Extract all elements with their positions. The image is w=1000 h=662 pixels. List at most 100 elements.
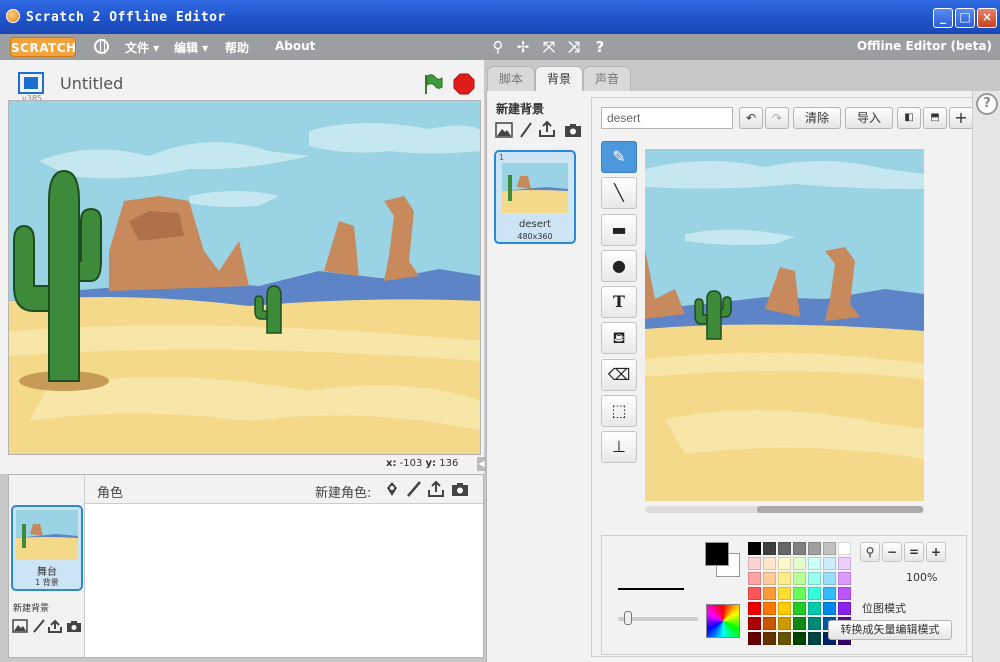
flip-horizontal-icon[interactable]: ◧ (897, 107, 921, 129)
editor-backdrop-paint-icon[interactable] (518, 122, 534, 138)
sprite-library-icon[interactable] (383, 480, 401, 498)
color-swatch[interactable] (808, 602, 821, 615)
color-swatch[interactable] (778, 557, 791, 570)
scratch-logo[interactable]: SCRATCH (10, 37, 76, 57)
brush-icon[interactable]: ✎ (601, 141, 637, 173)
duplicate-icon[interactable]: ⚲ (489, 38, 507, 56)
color-swatch[interactable] (823, 587, 836, 600)
menu-file[interactable]: 文件 ▾ (125, 39, 159, 56)
redo-button[interactable]: ↷ (765, 107, 789, 129)
color-swatch[interactable] (763, 557, 776, 570)
language-globe-icon[interactable] (94, 39, 109, 54)
zoom-in-icon[interactable]: + (926, 542, 946, 562)
color-swatch[interactable] (763, 542, 776, 555)
color-swatch[interactable] (778, 542, 791, 555)
fill-icon[interactable]: ⛾ (601, 322, 637, 354)
fullscreen-icon[interactable] (18, 72, 44, 94)
color-swatch[interactable] (823, 572, 836, 585)
color-swatch[interactable] (808, 632, 821, 645)
color-swatch[interactable] (748, 632, 761, 645)
stage-canvas[interactable] (8, 100, 481, 455)
color-swatch[interactable] (838, 587, 851, 600)
sprite-upload-icon[interactable] (427, 480, 445, 498)
color-swatch[interactable] (778, 632, 791, 645)
line-icon[interactable]: ╲ (601, 177, 637, 209)
color-swatch[interactable] (808, 542, 821, 555)
stage-thumbnail[interactable]: 舞台 1 背景 (11, 505, 83, 591)
collapse-stage-arrow[interactable]: ◀ (477, 457, 486, 471)
color-swatch[interactable] (748, 617, 761, 630)
editor-backdrop-camera-icon[interactable] (564, 122, 582, 138)
color-swatch[interactable] (838, 557, 851, 570)
color-swatch[interactable] (763, 617, 776, 630)
project-title[interactable]: Untitled (60, 74, 123, 93)
color-swatch[interactable] (823, 542, 836, 555)
menu-edit[interactable]: 编辑 ▾ (174, 39, 208, 56)
color-swatch[interactable] (808, 572, 821, 585)
color-swatch[interactable] (748, 572, 761, 585)
canvas-horizontal-scrollbar[interactable] (645, 506, 924, 513)
color-swatch[interactable] (808, 557, 821, 570)
editor-backdrop-upload-icon[interactable] (538, 120, 556, 138)
green-flag-icon[interactable] (422, 73, 444, 95)
flip-vertical-icon[interactable]: ⬒ (923, 107, 947, 129)
color-swatch[interactable] (763, 572, 776, 585)
backdrop-upload-icon[interactable] (47, 619, 63, 633)
minimize-button[interactable]: _ (933, 8, 953, 28)
backdrop-camera-icon[interactable] (66, 619, 82, 633)
color-spectrum-picker[interactable] (706, 604, 740, 638)
color-swatch[interactable] (793, 602, 806, 615)
maximize-button[interactable]: □ (955, 8, 975, 28)
paint-canvas[interactable] (645, 149, 924, 501)
color-swatch[interactable] (823, 557, 836, 570)
color-swatch[interactable] (763, 632, 776, 645)
set-center-icon[interactable]: + (949, 107, 973, 129)
backdrop-paint-icon[interactable] (31, 619, 47, 633)
color-swatch[interactable] (793, 587, 806, 600)
select-icon[interactable]: ⬚ (601, 395, 637, 427)
primary-color-swatch[interactable] (705, 542, 729, 566)
color-swatch[interactable] (823, 602, 836, 615)
line-width-slider[interactable] (618, 611, 698, 625)
eraser-icon[interactable]: ⌫ (601, 359, 637, 391)
zoom-reset-icon[interactable]: = (904, 542, 924, 562)
color-swatch[interactable] (793, 632, 806, 645)
color-swatch[interactable] (793, 557, 806, 570)
color-swatch[interactable] (763, 602, 776, 615)
color-swatch[interactable] (778, 587, 791, 600)
tips-help-icon[interactable]: ? (976, 93, 998, 115)
color-swatch[interactable] (838, 572, 851, 585)
tab-sounds[interactable]: 声音 (583, 66, 631, 92)
color-swatch[interactable] (763, 587, 776, 600)
undo-button[interactable]: ↶ (739, 107, 763, 129)
color-swatch[interactable] (838, 602, 851, 615)
sprite-camera-icon[interactable] (451, 480, 469, 498)
text-icon[interactable]: T (601, 286, 637, 318)
ellipse-icon[interactable]: ● (601, 250, 637, 282)
tab-scripts[interactable]: 脚本 (487, 66, 535, 92)
backdrop-thumbnail[interactable]: 1 desert 480x360 (494, 150, 576, 244)
color-swatch[interactable] (778, 572, 791, 585)
color-swatch[interactable] (778, 602, 791, 615)
color-swatch[interactable] (808, 587, 821, 600)
stop-icon[interactable] (453, 73, 475, 95)
color-swatch[interactable] (793, 542, 806, 555)
eyedropper-icon[interactable]: ⚲ (860, 542, 880, 562)
backdrop-name-input[interactable] (601, 107, 733, 129)
close-button[interactable]: × (977, 8, 997, 28)
color-swatch[interactable] (748, 542, 761, 555)
color-swatch[interactable] (748, 602, 761, 615)
convert-to-vector-button[interactable]: 转换成矢量编辑模式 (828, 620, 952, 640)
menu-help[interactable]: 帮助 (225, 39, 249, 56)
menu-about[interactable]: About (275, 39, 315, 53)
color-swatch[interactable] (838, 542, 851, 555)
delete-icon[interactable]: ✢ (514, 38, 532, 56)
rectangle-icon[interactable]: ▬ (601, 214, 637, 246)
sprite-paint-icon[interactable] (405, 480, 423, 498)
import-button[interactable]: 导入 (845, 107, 893, 129)
color-swatch[interactable] (778, 617, 791, 630)
color-swatch[interactable] (808, 617, 821, 630)
editor-backdrop-library-icon[interactable] (495, 122, 513, 138)
color-swatch[interactable] (748, 557, 761, 570)
color-swatch[interactable] (793, 617, 806, 630)
